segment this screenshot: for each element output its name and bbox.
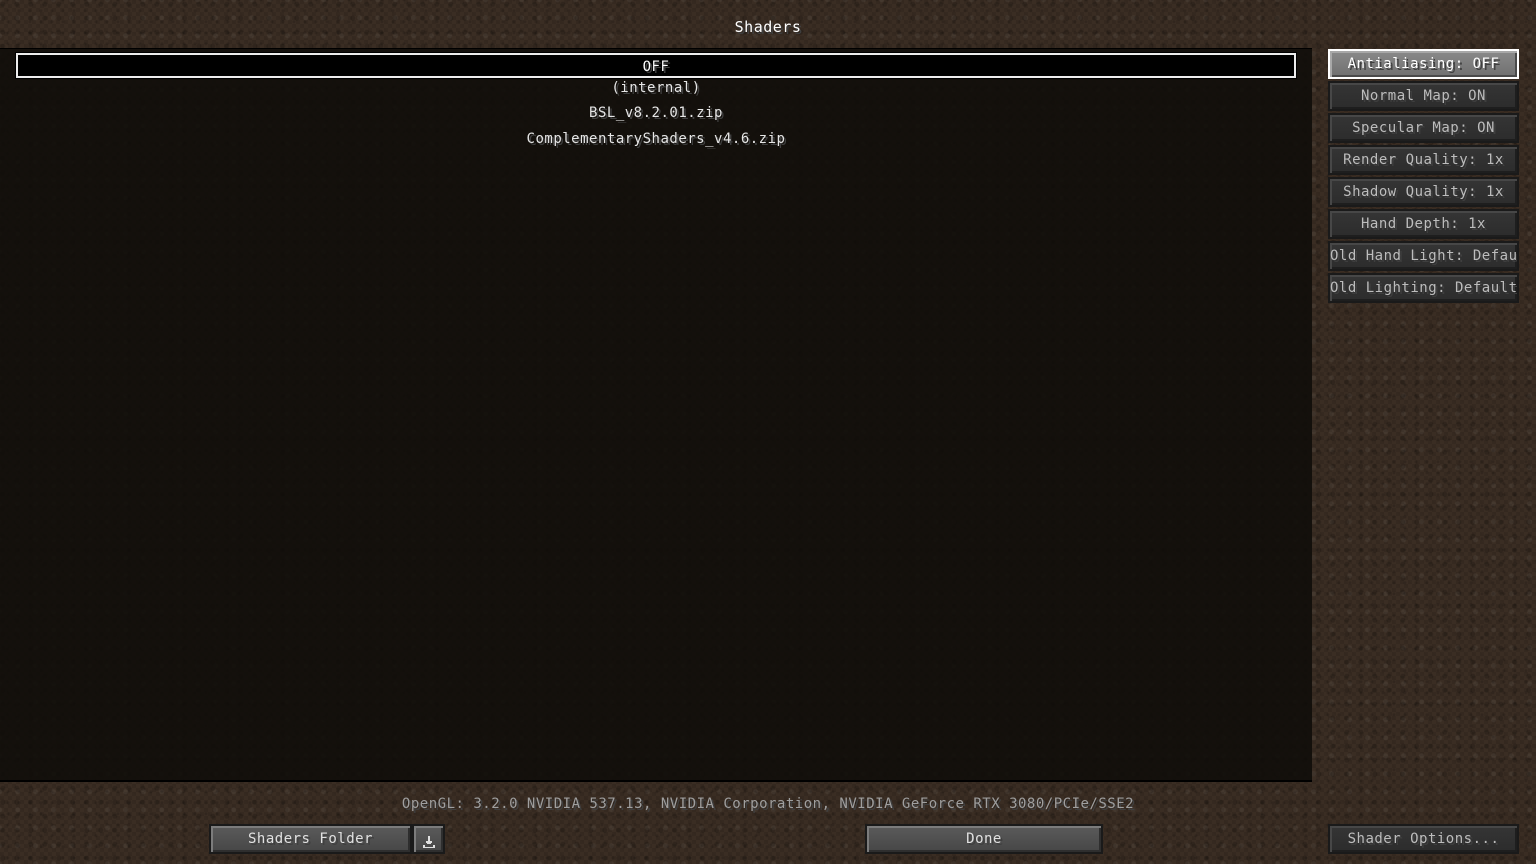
specular-map-button[interactable]: Specular Map: ON bbox=[1328, 113, 1519, 143]
download-icon bbox=[422, 832, 436, 848]
download-button[interactable] bbox=[412, 824, 445, 854]
shader-list-item-bsl[interactable]: BSL_v8.2.01.zip bbox=[16, 101, 1296, 126]
antialiasing-button[interactable]: Antialiasing: OFF bbox=[1328, 49, 1519, 79]
shadow-quality-button[interactable]: Shadow Quality: 1x bbox=[1328, 177, 1519, 207]
screen-title: Shaders bbox=[734, 18, 802, 36]
hand-depth-button[interactable]: Hand Depth: 1x bbox=[1328, 209, 1519, 239]
shaders-folder-button[interactable]: Shaders Folder bbox=[209, 824, 412, 854]
shader-list-item-complementary[interactable]: ComplementaryShaders_v4.6.zip bbox=[16, 127, 1296, 152]
old-lighting-button[interactable]: Old Lighting: Default bbox=[1328, 273, 1519, 303]
render-quality-button[interactable]: Render Quality: 1x bbox=[1328, 145, 1519, 175]
old-hand-light-button[interactable]: Old Hand Light: Default bbox=[1328, 241, 1519, 271]
shader-options-button[interactable]: Shader Options... bbox=[1328, 824, 1519, 854]
shader-list-item-off[interactable]: OFF bbox=[15, 52, 1297, 79]
shader-list-item-internal[interactable]: (internal) bbox=[16, 76, 1296, 101]
opengl-info: OpenGL: 3.2.0 NVIDIA 537.13, NVIDIA Corp… bbox=[401, 796, 1135, 812]
shader-list[interactable]: OFF (internal) BSL_v8.2.01.zip Complemen… bbox=[0, 48, 1312, 782]
normal-map-button[interactable]: Normal Map: ON bbox=[1328, 81, 1519, 111]
done-button[interactable]: Done bbox=[865, 824, 1103, 854]
